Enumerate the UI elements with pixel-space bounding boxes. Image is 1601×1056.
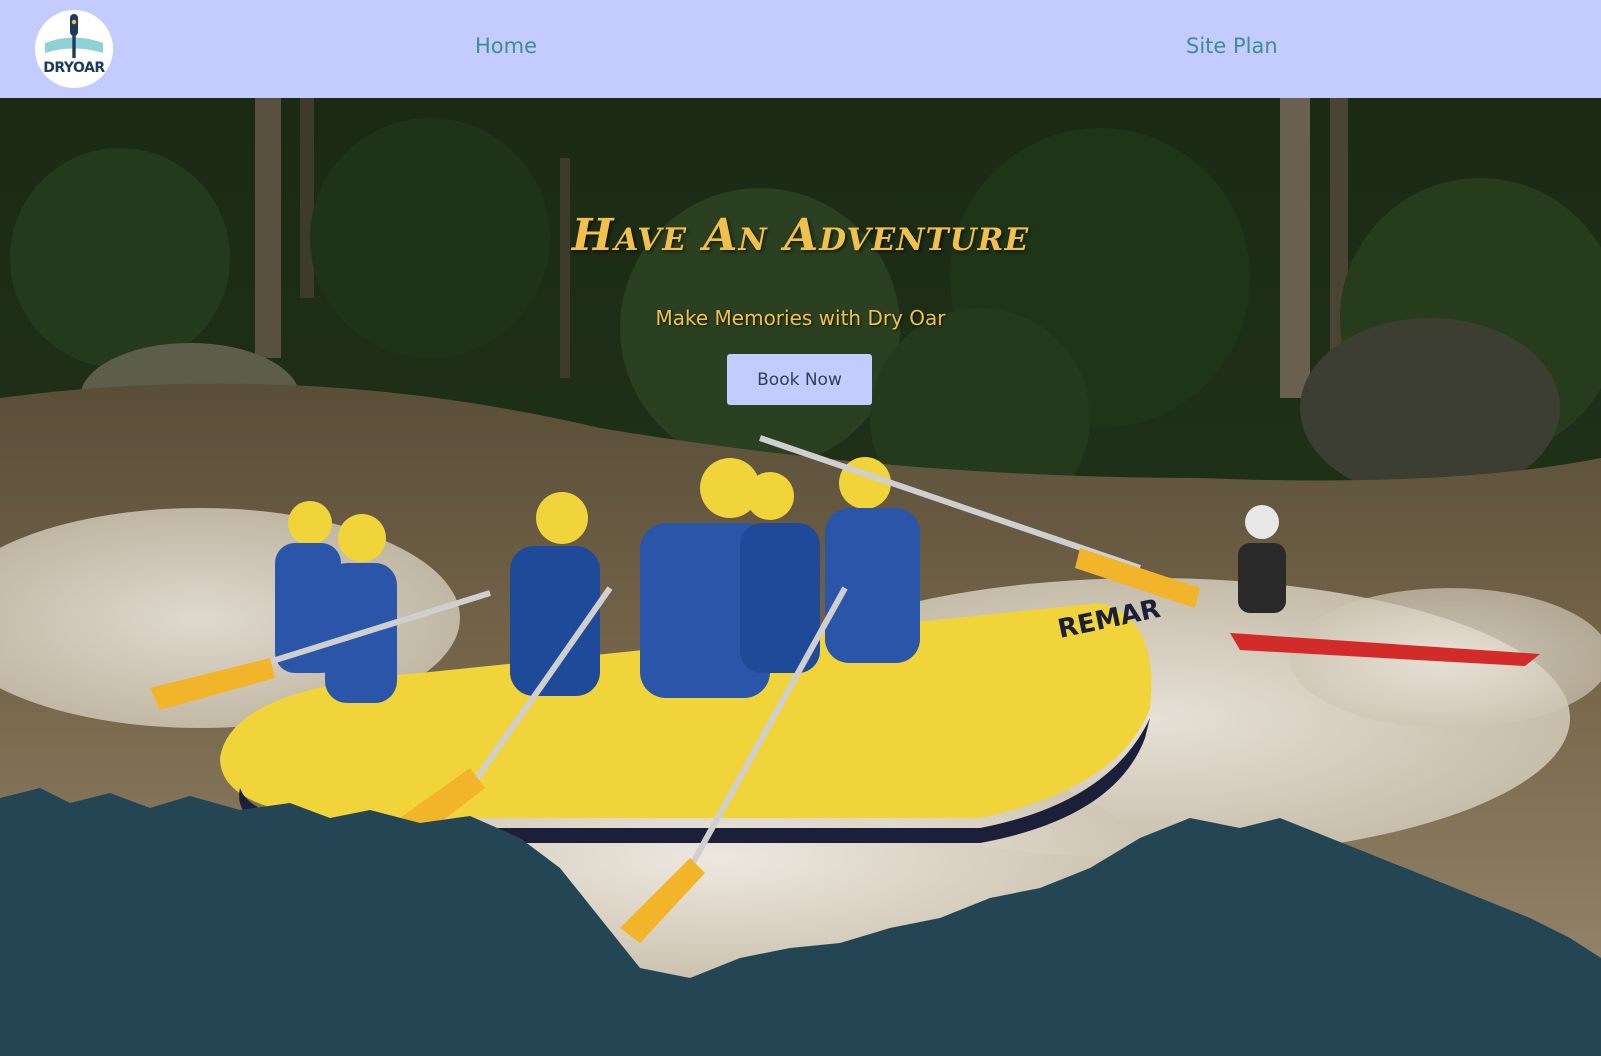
dryoar-logo[interactable]: DRYOAR [35, 10, 113, 88]
paddle-icon: DRYOAR [35, 10, 113, 88]
hero-section: REMAR Have An Adventure Make Memories wi… [0, 98, 1601, 1056]
svg-text:DRYOAR: DRYOAR [43, 60, 105, 76]
nav-link-home[interactable]: Home [475, 34, 537, 58]
hero-subtitle: Make Memories with Dry Oar [655, 306, 946, 330]
book-now-button[interactable]: Book Now [727, 354, 872, 405]
top-nav: DRYOAR Home Site Plan [0, 0, 1601, 98]
hero-title: Have An Adventure [571, 210, 1030, 261]
nav-link-site-plan[interactable]: Site Plan [1186, 34, 1278, 58]
